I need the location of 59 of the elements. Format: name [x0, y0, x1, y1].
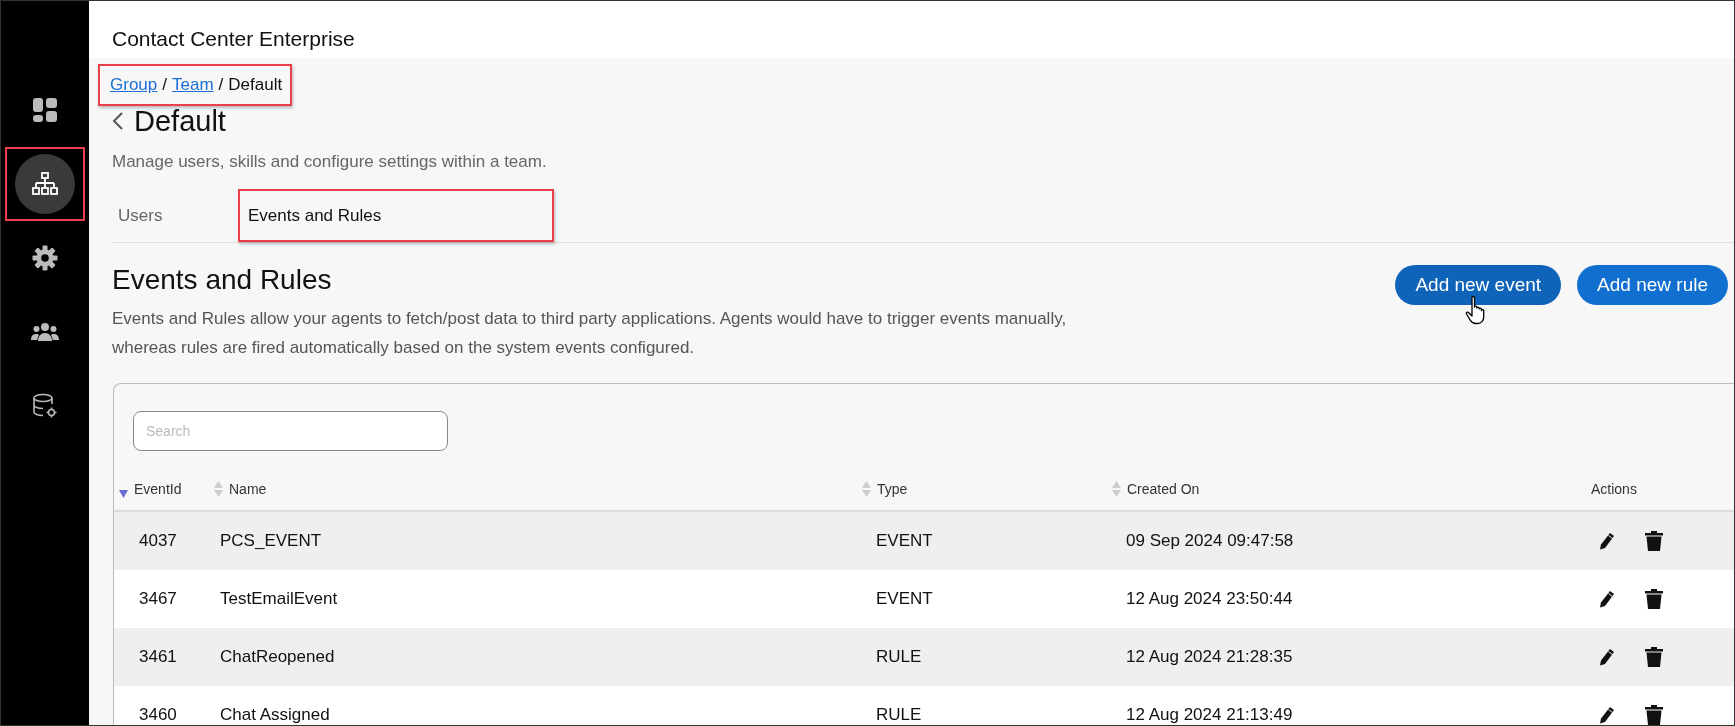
- table-cell: 12 Aug 2024 23:50:44: [1112, 569, 1562, 628]
- table-cell: 12 Aug 2024 21:13:49: [1112, 685, 1562, 725]
- breadcrumb-separator: /: [162, 74, 167, 96]
- breadcrumb-current: Default: [228, 74, 283, 96]
- trash-icon: [1645, 530, 1663, 551]
- trash-icon: [1645, 588, 1663, 609]
- app-title: Contact Center Enterprise: [89, 1, 1734, 58]
- delete-button[interactable]: [1645, 530, 1663, 551]
- edit-button[interactable]: [1599, 705, 1615, 724]
- add-button[interactable]: Add new rule: [1577, 265, 1728, 306]
- table-cell: 09 Sep 2024 09:47:58: [1112, 511, 1562, 570]
- breadcrumb-link[interactable]: Group: [110, 72, 158, 98]
- table-cell: TestEmailEvent: [214, 569, 862, 628]
- breadcrumb-link[interactable]: Team: [172, 72, 214, 98]
- table-cell: ChatReopened: [214, 627, 862, 686]
- pencil-icon: [1599, 531, 1615, 550]
- column-label: EventId: [134, 479, 182, 499]
- table-cell: EVENT: [862, 569, 1112, 628]
- column-label: Name: [229, 479, 267, 499]
- table-cell: 4037: [114, 511, 214, 570]
- edit-button[interactable]: [1599, 647, 1615, 666]
- pencil-icon: [1599, 705, 1615, 724]
- database-gear-icon: [32, 393, 58, 419]
- trash-icon: [1645, 646, 1663, 667]
- delete-button[interactable]: [1645, 646, 1663, 667]
- column-label: Created On: [1127, 479, 1200, 499]
- table-cell: RULE: [862, 685, 1112, 725]
- table-cell: EVENT: [862, 511, 1112, 570]
- column-label: Type: [877, 479, 908, 499]
- edit-button[interactable]: [1599, 589, 1615, 608]
- people-icon: [31, 322, 59, 342]
- table-cell: 3460: [114, 685, 214, 725]
- trash-icon: [1645, 704, 1663, 725]
- table-cell: PCS_EVENT: [214, 511, 862, 570]
- gear-icon: [32, 245, 58, 271]
- search-field[interactable]: Search: [133, 410, 448, 451]
- tab[interactable]: Events and Rules: [238, 188, 554, 243]
- table-cell: 3461: [114, 627, 214, 686]
- table-cell: 12 Aug 2024 21:28:35: [1112, 627, 1562, 686]
- table-cell: Chat Assigned: [214, 685, 862, 725]
- add-button[interactable]: Add new event: [1395, 265, 1562, 306]
- back-chevron-icon[interactable]: [112, 111, 124, 132]
- delete-button[interactable]: [1645, 704, 1663, 725]
- hierarchy-nav-button[interactable]: [15, 154, 75, 214]
- column-label: Actions: [1591, 479, 1637, 499]
- page-description: Manage users, skills and configure settings within a team.: [112, 151, 548, 174]
- breadcrumb-separator: /: [218, 74, 224, 96]
- hierarchy-icon: [32, 172, 58, 196]
- page-title: Default: [134, 105, 226, 138]
- edit-button[interactable]: [1599, 531, 1615, 550]
- table-cell: 3467: [114, 569, 214, 628]
- section-title: Events and Rules: [112, 265, 333, 297]
- pencil-icon: [1599, 589, 1615, 608]
- pencil-icon: [1599, 647, 1615, 666]
- dashboard-icon: [32, 97, 58, 123]
- table-cell: RULE: [862, 627, 1112, 686]
- delete-button[interactable]: [1645, 588, 1663, 609]
- sort-desc-icon[interactable]: [119, 490, 128, 499]
- section-description: Events and Rules allow your agents to fetch/post data to third party applications. Agents would have to trigger events manually, whereas rules are fired automatically based on the system events configured.: [112, 308, 1068, 360]
